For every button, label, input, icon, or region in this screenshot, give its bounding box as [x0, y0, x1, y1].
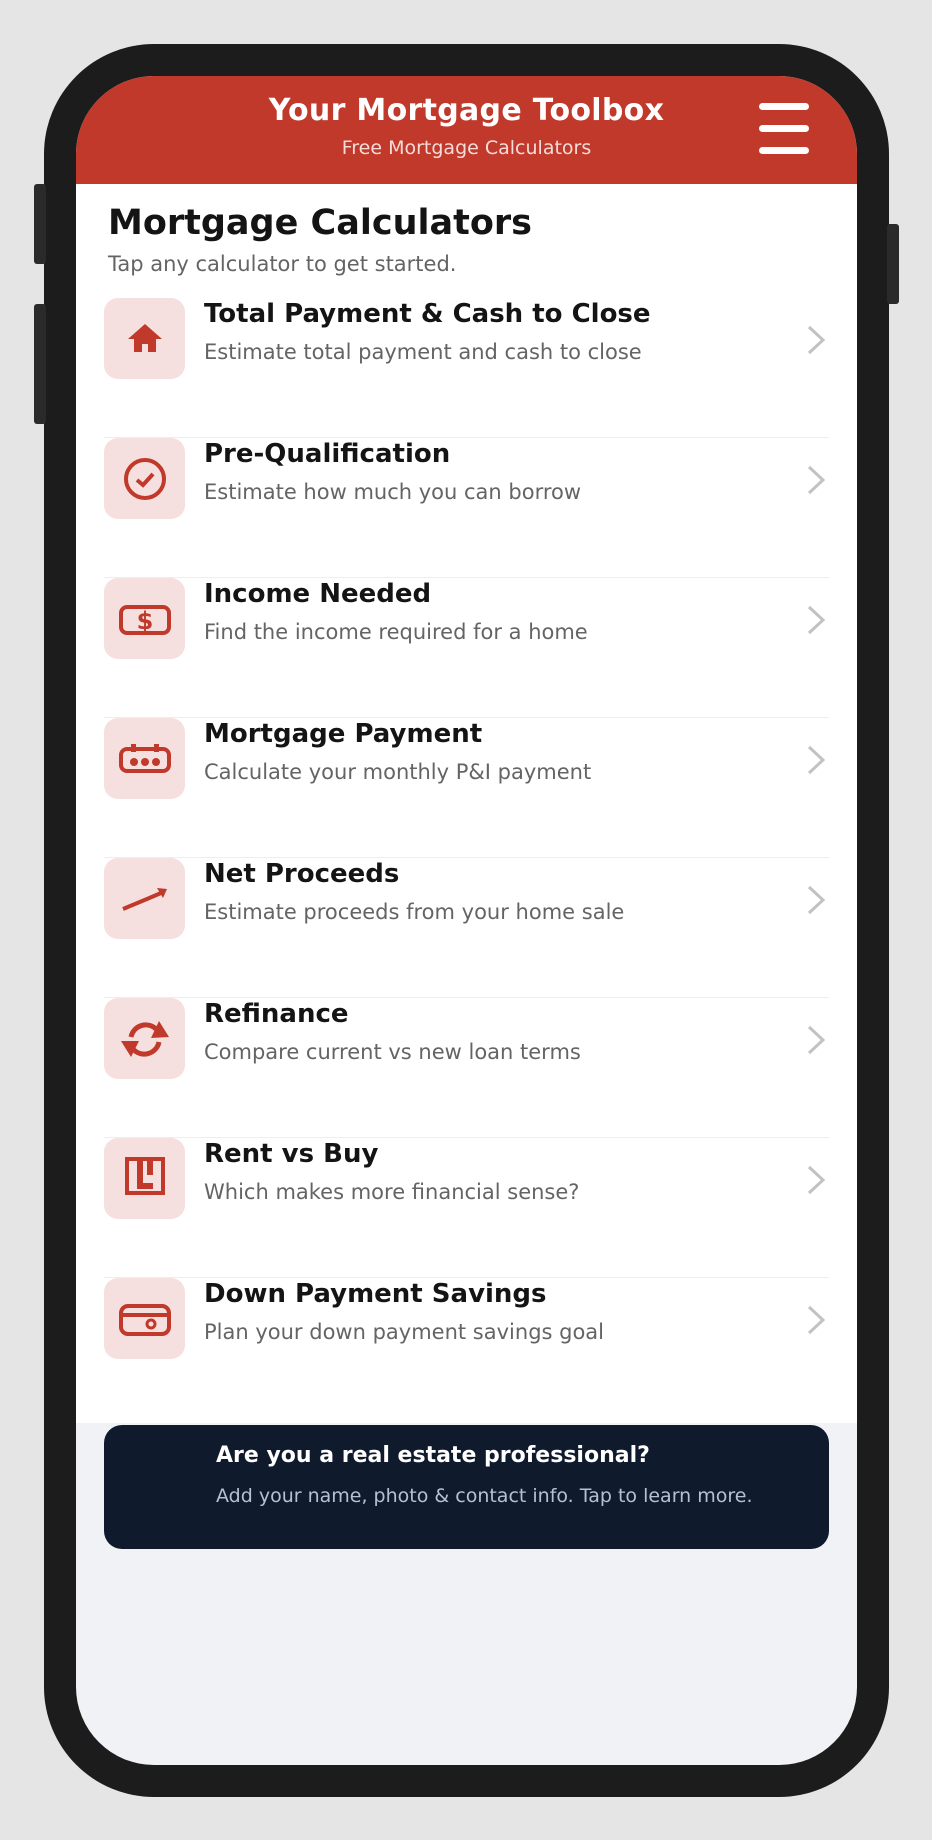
- app-header: Your Mortgage Toolbox Free Mortgage Calc…: [76, 76, 857, 184]
- banner-title: Are you a real estate professional?: [216, 1443, 650, 1468]
- hamburger-menu-icon[interactable]: [759, 103, 809, 155]
- calculator-item-mortgage-payment[interactable]: Mortgage Payment Calculate your monthly …: [104, 718, 829, 858]
- calculator-item-net-proceeds[interactable]: Net Proceeds Estimate proceeds from your…: [104, 858, 829, 998]
- wallet-icon: [104, 1278, 185, 1359]
- banner-description: Add your name, photo & contact info. Tap…: [216, 1485, 753, 1507]
- calculator-section: Mortgage Calculators Tap any calculator …: [76, 184, 857, 1423]
- side-button-volume: [34, 304, 46, 424]
- app-screen: Your Mortgage Toolbox Free Mortgage Calc…: [76, 76, 857, 1765]
- app-title: Your Mortgage Toolbox: [268, 93, 665, 128]
- calculator-description: Plan your down payment savings goal: [204, 1320, 605, 1344]
- dollar-bill-icon: $: [104, 578, 185, 659]
- calculator-title: Pre-Qualification: [204, 439, 451, 469]
- chevron-right-icon: [807, 1165, 826, 1195]
- chevron-right-icon: [807, 1025, 826, 1055]
- pro-banner[interactable]: Are you a real estate professional? Add …: [104, 1425, 829, 1549]
- chevron-right-icon: [807, 885, 826, 915]
- calculator-item-total-payment[interactable]: Total Payment & Cash to Close Estimate t…: [104, 298, 829, 438]
- svg-text:$: $: [136, 607, 153, 635]
- calculator-title: Down Payment Savings: [204, 1279, 547, 1309]
- phone-frame: Your Mortgage Toolbox Free Mortgage Calc…: [34, 44, 899, 1797]
- chevron-right-icon: [807, 1305, 826, 1335]
- calculator-list: Total Payment & Cash to Close Estimate t…: [76, 298, 857, 1419]
- calculator-item-pre-qualification[interactable]: Pre-Qualification Estimate how much you …: [104, 438, 829, 578]
- section-title: Mortgage Calculators: [108, 203, 532, 243]
- house-icon: [104, 298, 185, 379]
- chevron-right-icon: [807, 745, 826, 775]
- calculator-description: Estimate how much you can borrow: [204, 480, 582, 504]
- chevron-right-icon: [807, 605, 826, 635]
- calculator-description: Find the income required for a home: [204, 620, 588, 644]
- side-button-power: [887, 224, 899, 304]
- calculator-description: Which makes more financial sense?: [204, 1180, 580, 1204]
- calculator-item-income-needed[interactable]: $ Income Needed Find the income required…: [104, 578, 829, 718]
- chevron-right-icon: [807, 465, 826, 495]
- calculator-description: Estimate total payment and cash to close: [204, 340, 642, 364]
- calculator-title: Refinance: [204, 999, 349, 1029]
- calculator-item-rent-vs-buy[interactable]: Rent vs Buy Which makes more financial s…: [104, 1138, 829, 1278]
- section-subtitle: Tap any calculator to get started.: [108, 252, 457, 276]
- calculator-title: Total Payment & Cash to Close: [204, 299, 651, 329]
- calculator-description: Estimate proceeds from your home sale: [204, 900, 625, 924]
- side-button-silent: [34, 184, 46, 264]
- calculator-item-refinance[interactable]: Refinance Compare current vs new loan te…: [104, 998, 829, 1138]
- calculator-description: Calculate your monthly P&I payment: [204, 760, 592, 784]
- calculator-description: Compare current vs new loan terms: [204, 1040, 581, 1064]
- app-subtitle: Free Mortgage Calculators: [341, 137, 592, 159]
- chevron-right-icon: [807, 325, 826, 355]
- building-icon: [104, 1138, 185, 1219]
- calculator-title: Income Needed: [204, 579, 432, 609]
- calendar-payment-icon: [104, 718, 185, 799]
- calculator-item-down-payment-savings[interactable]: Down Payment Savings Plan your down paym…: [104, 1278, 829, 1419]
- calculator-title: Rent vs Buy: [204, 1139, 379, 1169]
- check-circle-icon: [104, 438, 185, 519]
- refresh-icon: [104, 998, 185, 1079]
- calculator-title: Net Proceeds: [204, 859, 400, 889]
- trending-up-icon: [104, 858, 185, 939]
- calculator-title: Mortgage Payment: [204, 719, 483, 749]
